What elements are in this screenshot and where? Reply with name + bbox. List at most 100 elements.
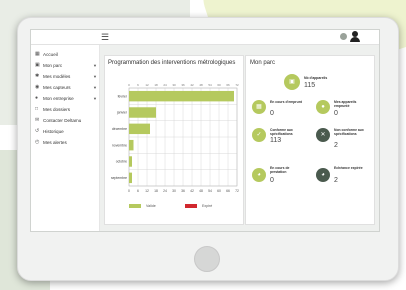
user-icon[interactable] — [350, 31, 360, 42]
app-screen: ☰ ▦ Accueil ▣ Mon parc ▼ ✱ Mes modèles ▼… — [30, 29, 380, 232]
top-tick-label: 6 — [137, 83, 139, 87]
users-icon: ● — [316, 100, 330, 114]
top-tick-label: 0 — [128, 83, 130, 87]
parc-panel: Mon parc ▣ Nb d'appareils 115 ▦ En cours… — [245, 55, 375, 225]
category-label: février — [118, 94, 128, 98]
card-label: Non conforme aux spécifications — [334, 128, 364, 136]
globe-icon: ● — [35, 95, 39, 101]
top-tick-label: 48 — [199, 83, 203, 87]
sidebar-item-label: Mes dossiers — [43, 106, 71, 112]
card-label: Conforme aux spécifications — [270, 128, 293, 136]
x-tick-label: 42 — [190, 189, 194, 193]
category-label: novembre — [112, 143, 127, 147]
x-tick-label: 0 — [128, 189, 130, 193]
chart-panel: Programmation des interventions métrolog… — [104, 55, 244, 225]
hamburger-icon[interactable]: ☰ — [101, 32, 109, 42]
x-tick-label: 54 — [208, 189, 212, 193]
alert-icon: ◴ — [35, 139, 40, 145]
top-tick-label: 18 — [154, 83, 158, 87]
sidebar-item-label: Mon parc — [43, 62, 63, 68]
x-tick-label: 60 — [217, 189, 221, 193]
top-bar: ☰ — [31, 30, 379, 45]
sidebar-item-mes-alertes[interactable]: ◴ Mes alertes — [35, 137, 97, 147]
card-label: Nb d'appareils — [304, 76, 328, 80]
card-value: 113 — [270, 137, 282, 144]
category-label: janvier — [116, 111, 128, 115]
x-tick-label: 12 — [145, 189, 149, 193]
sidebar-item-label: Mon entreprise — [43, 95, 74, 101]
history-icon: ↺ — [35, 128, 40, 134]
sidebar-item-mon-entreprise[interactable]: ● Mon entreprise ▼ — [35, 93, 97, 103]
sidebar-item-contacter-deltamu[interactable]: ✉ Contacter Deltamu — [35, 115, 97, 125]
top-tick-label: 60 — [217, 83, 221, 87]
x-tick-label: 30 — [172, 189, 176, 193]
card-value: 2 — [334, 177, 338, 184]
legend-label-expire: Expiré — [202, 204, 213, 208]
card-label: Echéance expirée — [334, 166, 363, 170]
card-value: 0 — [270, 177, 274, 184]
chevron-down-icon: ▼ — [93, 62, 97, 68]
gear-icon: ✱ — [35, 73, 40, 79]
grid-icon: ▦ — [35, 51, 40, 57]
sidebar-item-label: Accueil — [43, 51, 58, 57]
bar — [129, 90, 234, 102]
sidebar-item-accueil[interactable]: ▦ Accueil — [35, 49, 97, 59]
folder-icon: □ — [35, 106, 39, 112]
x-tick-label: 66 — [226, 189, 230, 193]
sidebar-item-label: Historique — [43, 128, 64, 134]
truck-icon: ▣ — [35, 62, 40, 68]
sensor-icon: ◉ — [35, 84, 40, 90]
sidebar-item-label: Mes alertes — [43, 139, 67, 145]
card-value: 2 — [334, 142, 338, 149]
home-button[interactable] — [194, 246, 220, 272]
category-label: octobre — [116, 160, 127, 164]
sidebar-item-label: Mes modèles — [43, 73, 71, 79]
sidebar: ▦ Accueil ▣ Mon parc ▼ ✱ Mes modèles ▼ ◉… — [31, 45, 100, 231]
card-value: 0 — [334, 110, 338, 117]
truck-icon: ▣ — [284, 74, 300, 90]
sidebar-item-label: Mes capteurs — [43, 84, 71, 90]
sidebar-item-mon-parc[interactable]: ▣ Mon parc ▼ — [35, 60, 97, 70]
x-tick-label: 72 — [235, 189, 239, 193]
bar-chart: 0 6 12 18 24 30 36 42 48 54 60 66 72 0 6 12 18 24 30 36 42 48… — [111, 83, 239, 193]
check-icon: ✓ — [252, 128, 266, 142]
bar — [129, 139, 134, 151]
gauge-icon: ◕ — [316, 168, 330, 182]
top-tick-label: 72 — [235, 83, 239, 87]
card-label: En cours d'emprunt — [270, 100, 302, 104]
sidebar-item-mes-capteurs[interactable]: ◉ Mes capteurs ▼ — [35, 82, 97, 92]
legend-label-valide: Valide — [146, 204, 156, 208]
card-label: En cours de prestation — [270, 166, 290, 174]
x-tick-label: 48 — [199, 189, 203, 193]
top-tick-label: 12 — [145, 83, 149, 87]
x-tick-label: 24 — [163, 189, 167, 193]
sidebar-item-mes-dossiers[interactable]: □ Mes dossiers — [35, 104, 97, 114]
top-tick-label: 24 — [163, 83, 167, 87]
legend-swatch-expire — [185, 204, 197, 208]
settings-icon[interactable] — [340, 33, 347, 40]
category-label: décembre — [112, 127, 127, 131]
bar — [129, 172, 132, 184]
legend-swatch-valide — [129, 204, 141, 208]
top-tick-label: 66 — [226, 83, 230, 87]
card-value: 115 — [304, 82, 316, 89]
chevron-down-icon: ▼ — [93, 73, 97, 79]
x-tick-label: 36 — [181, 189, 185, 193]
bar — [129, 156, 132, 167]
sidebar-item-mes-modeles[interactable]: ✱ Mes modèles ▼ — [35, 71, 97, 81]
sidebar-item-historique[interactable]: ↺ Historique — [35, 126, 97, 136]
chevron-down-icon: ▼ — [93, 84, 97, 90]
x-tick-label: 18 — [154, 189, 158, 193]
top-tick-label: 36 — [181, 83, 185, 87]
parc-title: Mon parc — [250, 60, 276, 66]
top-tick-label: 54 — [208, 83, 212, 87]
x-tick-label: 6 — [137, 189, 139, 193]
calendar-icon: ▦ — [252, 100, 266, 114]
top-tick-label: 42 — [190, 83, 194, 87]
mail-icon: ✉ — [35, 117, 40, 123]
chevron-down-icon: ▼ — [93, 95, 97, 101]
sidebar-item-label: Contacter Deltamu — [43, 117, 82, 123]
card-label: Mes appareils emprunté — [334, 100, 357, 108]
gauge-icon: ◕ — [252, 168, 266, 182]
cross-icon: ✕ — [316, 128, 330, 142]
